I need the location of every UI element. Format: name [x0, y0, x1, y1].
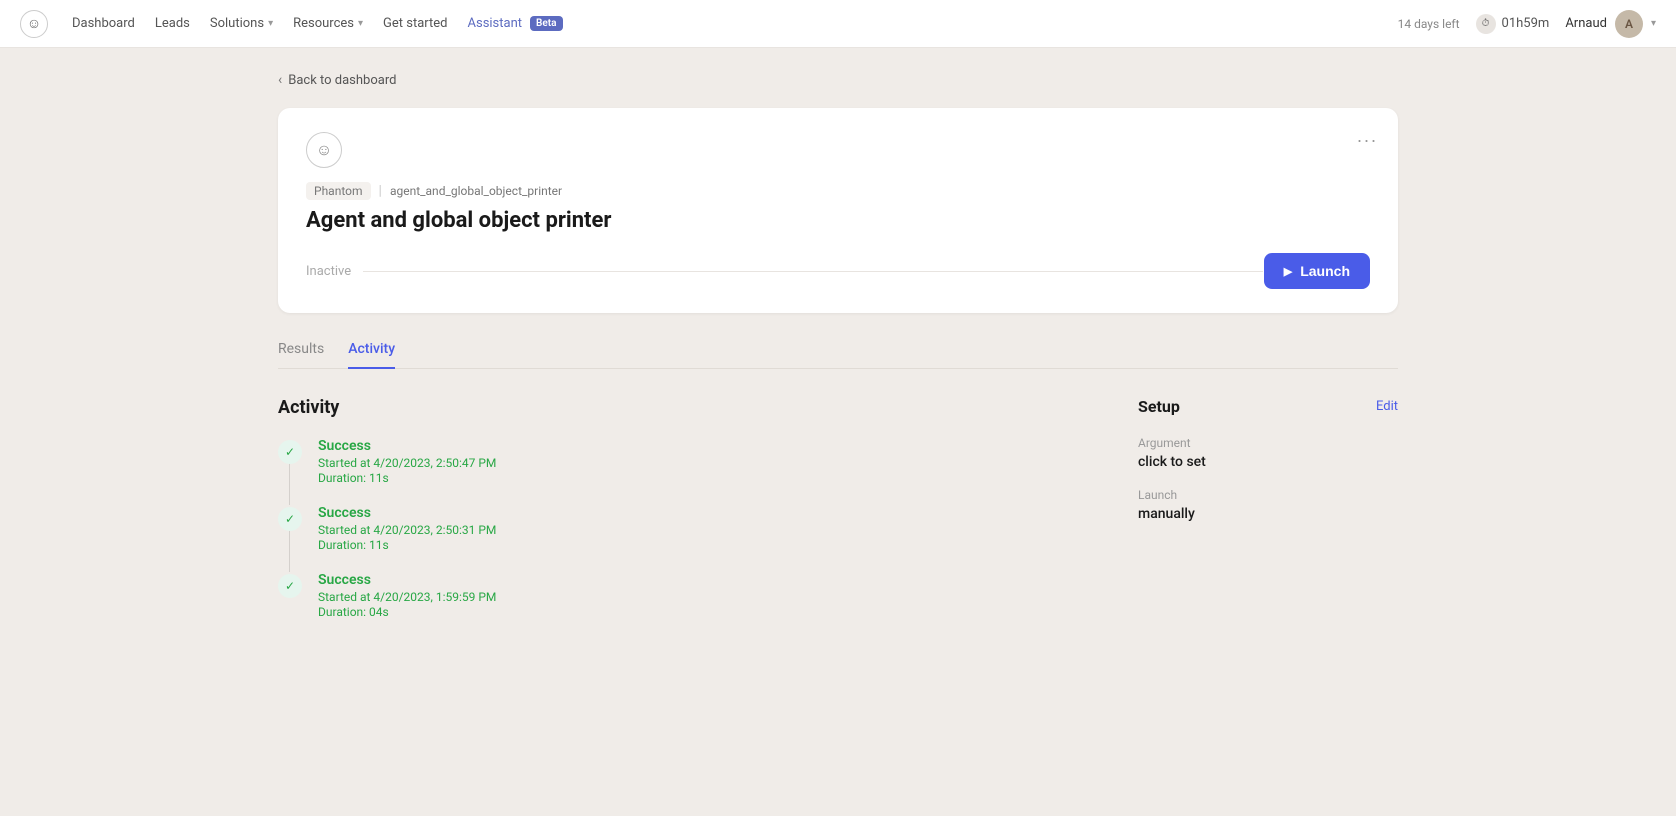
nav-solutions[interactable]: Solutions ▾ [210, 16, 273, 31]
card-footer: Inactive ▶ Launch [306, 253, 1370, 289]
user-chevron-icon: ▾ [1651, 18, 1656, 29]
back-to-dashboard-label: Back to dashboard [288, 73, 396, 88]
activity-left: Activity ✓ Success Started at 4/20/2023,… [278, 397, 1090, 639]
launch-button[interactable]: ▶ Launch [1264, 253, 1370, 289]
tab-activity[interactable]: Activity [348, 341, 395, 369]
tabs: Results Activity [278, 341, 1398, 369]
activity-status: Success [318, 438, 1090, 454]
activity-info: Success Started at 4/20/2023, 2:50:31 PM… [318, 505, 1090, 552]
list-item: ✓ Success Started at 4/20/2023, 2:50:47 … [278, 438, 1090, 505]
argument-label: Argument [1138, 436, 1398, 450]
setup-title: Setup [1138, 397, 1180, 416]
avatar: A [1615, 10, 1643, 38]
phantom-card: ... ☺ Phantom | agent_and_global_object_… [278, 108, 1398, 313]
activity-duration: Duration: 11s [318, 538, 1090, 552]
status-line [363, 271, 1263, 272]
list-item: ✓ Success Started at 4/20/2023, 2:50:31 … [278, 505, 1090, 572]
list-item: ✓ Success Started at 4/20/2023, 1:59:59 … [278, 572, 1090, 639]
timer-value: 01h59m [1502, 16, 1550, 31]
activity-duration: Duration: 11s [318, 471, 1090, 485]
activity-started: Started at 4/20/2023, 2:50:47 PM [318, 456, 1090, 470]
phantom-title: Agent and global object printer [306, 208, 1370, 233]
days-left-label: 14 days left [1398, 17, 1460, 31]
nav-leads[interactable]: Leads [155, 16, 190, 31]
nav-get-started[interactable]: Get started [383, 16, 447, 31]
top-navigation: ☺ Dashboard Leads Solutions ▾ Resources … [0, 0, 1676, 48]
timer-display: ⏱ 01h59m [1476, 14, 1550, 34]
setup-panel: Setup Edit Argument click to set Launch … [1138, 397, 1398, 639]
activity-info: Success Started at 4/20/2023, 1:59:59 PM… [318, 572, 1090, 619]
edit-link[interactable]: Edit [1376, 399, 1398, 414]
nav-right: 14 days left ⏱ 01h59m Arnaud A ▾ [1398, 10, 1656, 38]
tab-results[interactable]: Results [278, 341, 324, 369]
activity-started: Started at 4/20/2023, 1:59:59 PM [318, 590, 1090, 604]
activity-status: Success [318, 572, 1090, 588]
nav-resources[interactable]: Resources ▾ [293, 16, 363, 31]
success-icon: ✓ [278, 507, 302, 531]
success-icon: ✓ [278, 574, 302, 598]
breadcrumb-slug: agent_and_global_object_printer [390, 184, 562, 198]
activity-duration: Duration: 04s [318, 605, 1090, 619]
breadcrumb: Phantom | agent_and_global_object_printe… [306, 182, 1370, 200]
status-row: Inactive [306, 264, 1263, 279]
back-arrow-icon: ‹ [278, 72, 282, 88]
chevron-down-icon: ▾ [358, 18, 363, 29]
user-name: Arnaud [1565, 16, 1607, 31]
phantom-icon: ☺ [306, 132, 342, 168]
user-menu[interactable]: Arnaud A ▾ [1565, 10, 1656, 38]
activity-section-title: Activity [278, 397, 1090, 418]
play-icon: ▶ [1284, 265, 1292, 278]
launch-field-label: Launch [1138, 488, 1398, 502]
main-content: ‹ Back to dashboard ... ☺ Phantom | agen… [238, 48, 1438, 663]
back-to-dashboard-link[interactable]: ‹ Back to dashboard [278, 72, 1398, 88]
timer-icon: ⏱ [1476, 14, 1496, 34]
beta-badge: Beta [530, 16, 562, 31]
setup-header: Setup Edit [1138, 397, 1398, 416]
nav-assistant[interactable]: Assistant Beta [468, 16, 563, 31]
logo-icon: ☺ [27, 15, 41, 32]
chevron-down-icon: ▾ [268, 18, 273, 29]
argument-value[interactable]: click to set [1138, 454, 1398, 470]
status-label: Inactive [306, 264, 351, 279]
card-menu-button[interactable]: ... [1357, 126, 1378, 147]
success-icon: ✓ [278, 440, 302, 464]
launch-label: Launch [1300, 263, 1350, 279]
setup-argument-field: Argument click to set [1138, 436, 1398, 470]
activity-info: Success Started at 4/20/2023, 2:50:47 PM… [318, 438, 1090, 485]
activity-list: ✓ Success Started at 4/20/2023, 2:50:47 … [278, 438, 1090, 639]
breadcrumb-phantom: Phantom [306, 182, 371, 200]
nav-links: Dashboard Leads Solutions ▾ Resources ▾ … [72, 16, 1374, 31]
activity-status: Success [318, 505, 1090, 521]
app-logo[interactable]: ☺ [20, 10, 48, 38]
nav-dashboard[interactable]: Dashboard [72, 16, 135, 31]
setup-launch-field: Launch manually [1138, 488, 1398, 522]
activity-section: Activity ✓ Success Started at 4/20/2023,… [278, 397, 1398, 639]
breadcrumb-separator: | [379, 183, 382, 199]
activity-started: Started at 4/20/2023, 2:50:31 PM [318, 523, 1090, 537]
launch-field-value: manually [1138, 506, 1398, 522]
